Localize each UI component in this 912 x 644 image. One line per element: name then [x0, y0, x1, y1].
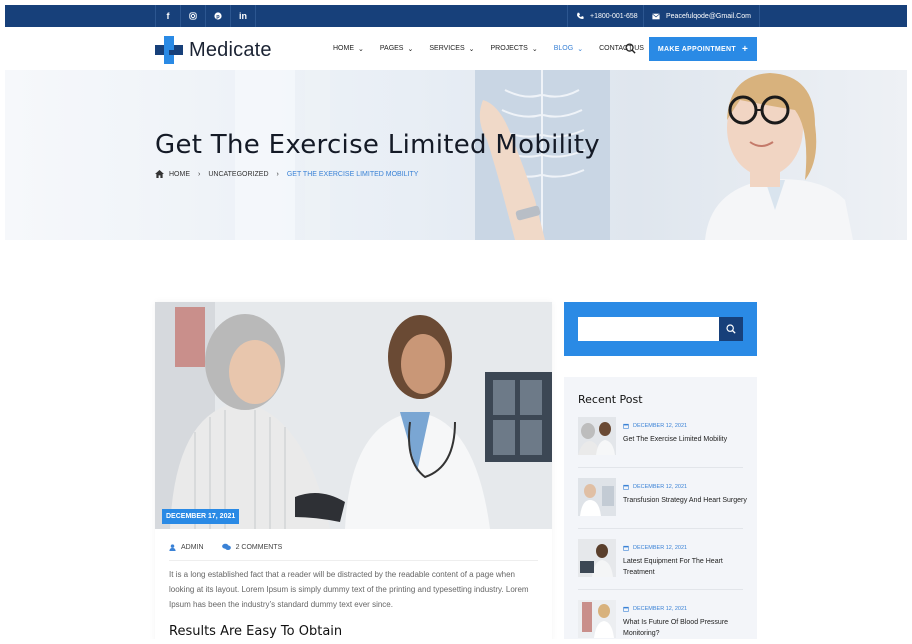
calendar-icon	[623, 545, 629, 551]
post-excerpt: It is a long established fact that a rea…	[169, 570, 529, 609]
nav-services[interactable]: SERVICES ⌄	[429, 45, 474, 53]
recent-post-title[interactable]: Transfusion Strategy And Heart Surgery	[623, 495, 748, 506]
recent-post-item[interactable]: DECEMBER 12, 2021 What Is Future Of Bloo…	[578, 600, 743, 639]
nav-blog[interactable]: BLOG ⌄	[554, 45, 583, 53]
chevron-down-icon: ⌄	[577, 45, 584, 53]
recent-post-date-text: DECEMBER 12, 2021	[633, 484, 688, 490]
recent-posts-widget: Recent Post DECEMBER 12, 2021 Get The Ex…	[564, 377, 757, 639]
email-contact[interactable]: Peacefulqode@Gmail.Com	[643, 5, 760, 27]
recent-post-item[interactable]: DECEMBER 12, 2021 Transfusion Strategy A…	[578, 478, 747, 529]
recent-post-thumbnail[interactable]	[578, 600, 616, 638]
facebook-icon[interactable]: f	[155, 5, 180, 27]
recent-post-title[interactable]: What Is Future Of Blood Pressure Monitor…	[623, 617, 748, 639]
recent-post-date: DECEMBER 12, 2021	[623, 423, 687, 429]
nav-home-label: HOME	[333, 45, 354, 52]
nav-contact-us[interactable]: CONTACT US	[599, 45, 644, 52]
make-appointment-label: MAKE APPOINTMENT	[657, 45, 736, 53]
comments-icon	[221, 543, 231, 550]
nav-services-label: SERVICES	[429, 45, 465, 52]
recent-post-item[interactable]: DECEMBER 12, 2021 Get The Exercise Limit…	[578, 417, 743, 468]
recent-post-date: DECEMBER 12, 2021	[623, 484, 687, 490]
page-hero: Get The Exercise Limited Mobility HOME ›…	[5, 70, 907, 240]
breadcrumb: HOME › UNCATEGORIZED › GET THE EXERCISE …	[155, 170, 418, 178]
recent-post-date: DECEMBER 12, 2021	[623, 606, 687, 612]
sidebar-search-input[interactable]	[578, 317, 719, 341]
recent-post-thumbnail[interactable]	[578, 417, 616, 455]
nav-home[interactable]: HOME ⌄	[333, 45, 364, 53]
post-date-badge[interactable]: DECEMBER 17, 2021	[162, 509, 240, 524]
calendar-icon	[623, 606, 629, 612]
post-author[interactable]: ADMIN	[181, 544, 204, 551]
recent-post-title[interactable]: Get The Exercise Limited Mobility	[623, 434, 748, 445]
user-icon	[169, 543, 176, 551]
home-icon	[155, 170, 164, 178]
calendar-icon	[623, 484, 629, 490]
recent-post-date-text: DECEMBER 12, 2021	[633, 606, 688, 612]
nav-blog-label: BLOG	[553, 45, 574, 52]
instagram-icon[interactable]	[180, 5, 205, 27]
sidebar-search-widget	[564, 302, 757, 356]
page-frame: f p in +1800-001-658 Peacefulqode@Gmail.…	[5, 5, 907, 639]
breadcrumb-category[interactable]: UNCATEGORIZED	[208, 171, 268, 178]
plus-icon: +	[741, 43, 749, 55]
search-icon[interactable]	[625, 41, 636, 59]
site-header: Medicate HOME ⌄ PAGES ⌄ SERVICES ⌄ PROJECTS…	[5, 27, 907, 70]
recent-post-date: DECEMBER 12, 2021	[623, 545, 687, 551]
recent-post-thumbnail[interactable]	[578, 478, 616, 516]
top-bar: f p in +1800-001-658 Peacefulqode@Gmail.…	[5, 5, 907, 27]
site-logo[interactable]: Medicate	[155, 36, 272, 64]
divider	[578, 528, 743, 529]
main-nav: HOME ⌄ PAGES ⌄ SERVICES ⌄ PROJECTS ⌄ BLOG ⌄ C…	[333, 27, 660, 70]
phone-contact[interactable]: +1800-001-658	[567, 5, 646, 27]
nav-contact-label: CONTACT US	[599, 45, 644, 52]
post-meta: ADMIN 2 COMMENTS	[169, 543, 300, 551]
make-appointment-button[interactable]: MAKE APPOINTMENT +	[649, 37, 757, 61]
nav-pages-label: PAGES	[379, 45, 404, 52]
blog-post-card: DECEMBER 17, 2021 ADMIN 2 COMMENTS It is…	[155, 302, 552, 639]
linkedin-icon[interactable]: in	[230, 5, 256, 27]
nav-projects-label: PROJECTS	[490, 45, 528, 52]
search-icon	[726, 324, 736, 334]
medical-cross-logo-icon	[155, 36, 183, 64]
breadcrumb-current: GET THE EXERCISE LIMITED MOBILITY	[286, 170, 419, 178]
chevron-down-icon: ⌄	[407, 45, 414, 53]
logo-text: Medicate	[189, 38, 272, 61]
sidebar-search-button[interactable]	[719, 317, 743, 341]
chevron-right-icon: ›	[198, 170, 201, 178]
page-title: Get The Exercise Limited Mobility	[155, 130, 600, 160]
post-comments-count[interactable]: 2 COMMENTS	[236, 544, 283, 551]
chevron-down-icon: ⌄	[468, 45, 475, 53]
recent-post-date-text: DECEMBER 12, 2021	[633, 423, 688, 429]
chevron-down-icon: ⌄	[531, 45, 538, 53]
post-featured-image	[155, 302, 552, 529]
post-subheading: Results Are Easy To Obtain	[169, 624, 343, 639]
pinterest-icon[interactable]: p	[205, 5, 230, 27]
phone-number: +1800-001-658	[590, 12, 638, 20]
email-address: Peacefulqode@Gmail.Com	[666, 12, 751, 20]
chevron-right-icon: ›	[276, 170, 279, 178]
calendar-icon	[623, 423, 629, 429]
chevron-down-icon: ⌄	[358, 45, 364, 53]
divider	[578, 467, 743, 468]
divider	[169, 560, 538, 561]
recent-post-item[interactable]: DECEMBER 12, 2021 Latest Equipment For T…	[578, 539, 743, 590]
breadcrumb-home[interactable]: HOME	[169, 171, 190, 178]
svg-text:p: p	[216, 14, 220, 20]
nav-pages[interactable]: PAGES ⌄	[380, 45, 413, 53]
divider	[578, 589, 743, 590]
recent-post-title[interactable]: Latest Equipment For The Heart Treatment	[623, 556, 748, 578]
recent-posts-title: Recent Post	[578, 393, 643, 406]
nav-projects[interactable]: PROJECTS ⌄	[491, 45, 538, 53]
recent-post-thumbnail[interactable]	[578, 539, 616, 577]
envelope-icon	[652, 13, 660, 19]
recent-post-date-text: DECEMBER 12, 2021	[633, 545, 688, 551]
phone-icon	[577, 12, 584, 19]
